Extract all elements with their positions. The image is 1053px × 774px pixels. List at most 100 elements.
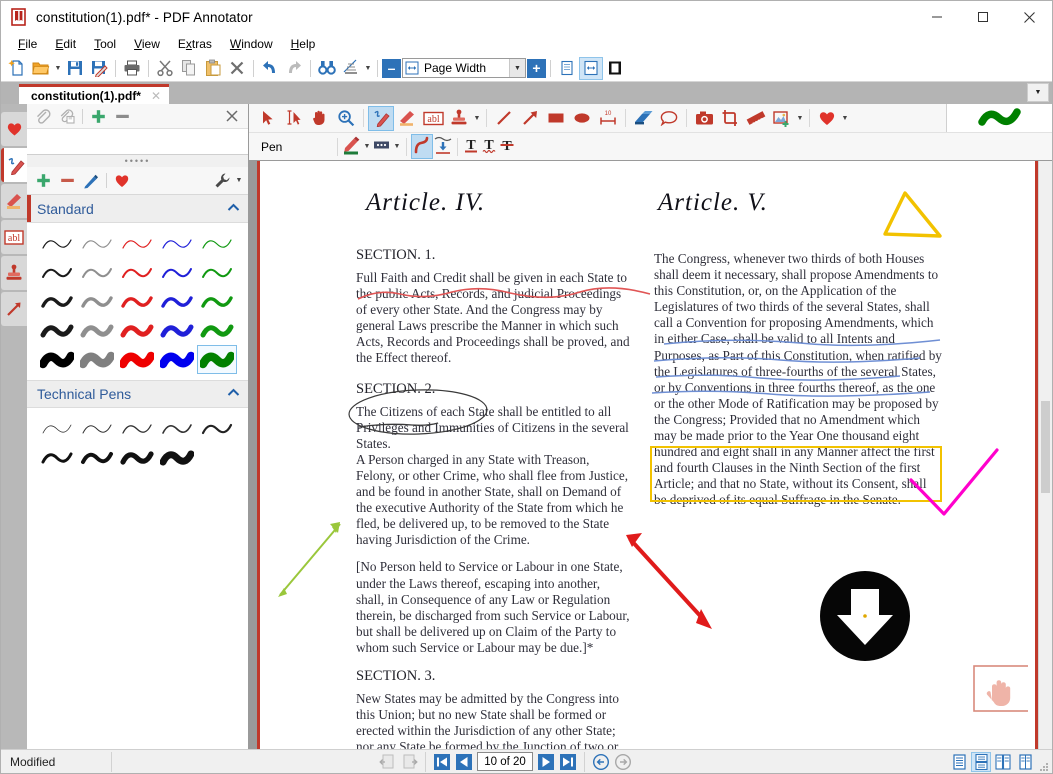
menu-tool[interactable]: Tool — [85, 35, 125, 53]
panel-resize-grip[interactable]: ••••• — [27, 155, 248, 167]
tab-overflow-button[interactable]: ▼ — [1027, 83, 1049, 102]
pen-swatch[interactable] — [157, 345, 197, 374]
remove-tool-button[interactable] — [110, 105, 134, 127]
pen-swatch[interactable] — [77, 229, 117, 258]
chevron-down-icon[interactable]: ▼ — [509, 59, 525, 77]
pen-swatch[interactable] — [117, 287, 157, 316]
hand-tool-button[interactable] — [307, 106, 333, 131]
menu-view[interactable]: View — [125, 35, 169, 53]
resize-grip[interactable] — [1039, 761, 1049, 771]
page-number-field[interactable]: 10 of 20 — [477, 752, 533, 771]
view-two-continuous-button[interactable] — [1015, 752, 1035, 772]
sidebar-tab-favorites[interactable] — [1, 112, 27, 146]
pen-swatch[interactable] — [77, 287, 117, 316]
sidebar-tab-arrows[interactable] — [1, 292, 27, 326]
pen-swatch[interactable] — [117, 258, 157, 287]
pen-swatch[interactable] — [117, 443, 157, 472]
first-page-button[interactable] — [432, 752, 452, 771]
undo-button[interactable] — [258, 57, 282, 80]
redo-button[interactable] — [282, 57, 306, 80]
favorite-pen-button[interactable] — [110, 170, 134, 192]
close-icon[interactable]: ✕ — [151, 89, 161, 103]
pen-swatch[interactable] — [37, 345, 77, 374]
crop-tool-button[interactable] — [717, 106, 743, 131]
pen-settings-button[interactable] — [210, 170, 234, 192]
pen-swatch[interactable] — [117, 414, 157, 443]
find-button[interactable] — [315, 57, 339, 80]
next-page-button[interactable] — [536, 752, 556, 771]
single-page-view-button[interactable] — [555, 57, 579, 80]
chevron-up-icon[interactable] — [227, 203, 240, 215]
pen-swatch[interactable] — [117, 316, 157, 345]
sidebar-tab-highlighter[interactable] — [1, 184, 27, 218]
fit-width-view-button[interactable] — [579, 56, 603, 80]
freehand-mode-button[interactable] — [411, 134, 433, 159]
sidebar-tab-pens[interactable] — [1, 148, 27, 182]
pen-settings-caret[interactable]: ▼ — [234, 169, 244, 192]
maximize-button[interactable] — [960, 1, 1006, 33]
save-as-button[interactable] — [87, 57, 111, 80]
snapshot-tool-button[interactable] — [691, 106, 717, 131]
view-single-page-button[interactable] — [949, 752, 969, 772]
zoom-level-value[interactable]: Page Width — [421, 61, 509, 75]
note-tool-button[interactable] — [656, 106, 682, 131]
measure-tool-button[interactable]: 10 — [595, 106, 621, 131]
line-tool-button[interactable] — [491, 106, 517, 131]
pen-color-button[interactable] — [342, 135, 362, 158]
view-continuous-button[interactable] — [971, 751, 991, 772]
remove-pen-button[interactable] — [55, 170, 79, 192]
strikeout-text-button[interactable]: T — [498, 136, 516, 157]
edit-pen-button[interactable] — [79, 170, 103, 192]
close-panel-button[interactable] — [220, 105, 244, 127]
menu-edit[interactable]: Edit — [46, 35, 85, 53]
pen-swatch[interactable] — [37, 258, 77, 287]
pen-swatch[interactable] — [77, 258, 117, 287]
copy-button[interactable] — [177, 57, 201, 80]
minimize-button[interactable] — [914, 1, 960, 33]
pen-swatch[interactable] — [37, 229, 77, 258]
pen-swatch[interactable] — [77, 345, 117, 374]
pen-swatch[interactable] — [37, 287, 77, 316]
textbox-tool-button[interactable]: abl — [420, 106, 446, 131]
sidebar-tab-textbox[interactable]: abl — [1, 220, 27, 254]
page-viewport[interactable]: Article. IV. SECTION. 1. Full Faith and … — [249, 161, 1052, 749]
pen-swatch[interactable] — [117, 229, 157, 258]
scrollbar-thumb[interactable] — [1041, 401, 1050, 493]
save-button[interactable] — [63, 57, 87, 80]
smooth-ink-button[interactable] — [433, 135, 453, 158]
pen-swatch[interactable] — [157, 443, 197, 472]
pen-group-standard-header[interactable]: Standard — [27, 195, 248, 223]
previous-view-button[interactable] — [377, 752, 397, 771]
favorites-button[interactable] — [814, 106, 840, 131]
pen-swatch[interactable] — [77, 443, 117, 472]
underline-text-button[interactable]: T — [462, 136, 480, 157]
open-document-button[interactable] — [29, 57, 53, 80]
last-page-button[interactable] — [558, 752, 578, 771]
pen-swatch[interactable] — [197, 414, 237, 443]
page-tools-caret[interactable]: ▼ — [363, 57, 373, 80]
zoom-out-button[interactable]: – — [382, 58, 401, 78]
menu-help[interactable]: Help — [282, 35, 325, 53]
chevron-up-icon[interactable] — [227, 388, 240, 400]
pen-swatch[interactable] — [37, 443, 77, 472]
pen-swatch[interactable] — [77, 316, 117, 345]
vertical-scrollbar[interactable] — [1038, 161, 1052, 749]
paperclip-icon[interactable] — [31, 105, 55, 127]
pen-swatch[interactable] — [197, 229, 237, 258]
arrow-tool-button[interactable] — [517, 106, 543, 131]
navigate-forward-button[interactable] — [613, 752, 633, 771]
cut-button[interactable] — [153, 57, 177, 80]
delete-button[interactable] — [225, 57, 249, 80]
stamp-tool-button[interactable] — [446, 106, 472, 131]
navigate-back-button[interactable] — [591, 752, 611, 771]
text-select-tool-button[interactable] — [281, 106, 307, 131]
pen-swatch[interactable] — [157, 287, 197, 316]
new-document-button[interactable] — [5, 57, 29, 80]
full-screen-button[interactable] — [603, 57, 627, 80]
zoom-in-button[interactable]: + — [527, 58, 546, 78]
zoom-tool-button[interactable] — [333, 106, 359, 131]
pen-swatch[interactable] — [197, 287, 237, 316]
pen-tool-button[interactable] — [368, 105, 394, 131]
menu-file[interactable]: File — [9, 35, 46, 53]
insert-image-button[interactable] — [769, 106, 795, 131]
